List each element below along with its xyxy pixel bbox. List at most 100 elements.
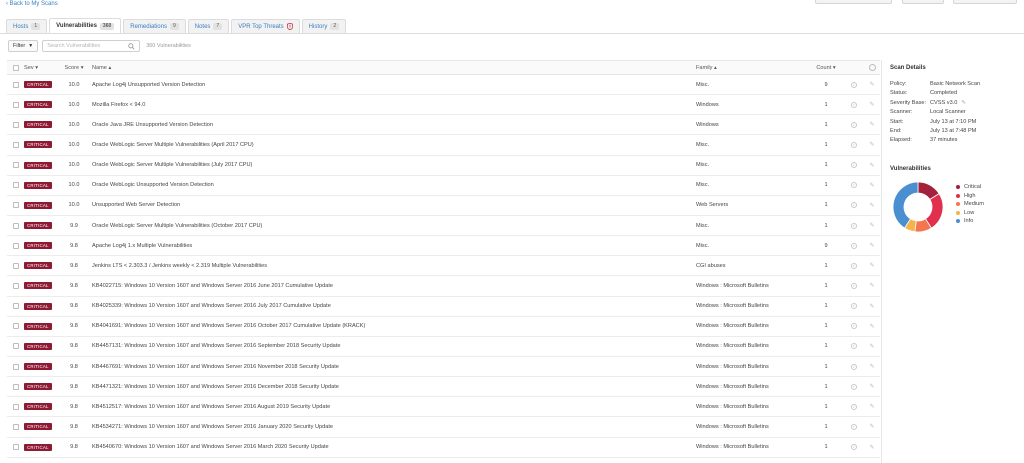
top-action-button-2[interactable] [902,0,944,4]
table-row[interactable]: CRITICAL 9.8 KB4022715: Windows 10 Versi… [7,276,880,297]
check-circle-icon[interactable]: ✓ [851,222,857,229]
top-action-button-1[interactable] [815,0,892,4]
legend-item-critical[interactable]: Critical [956,183,984,192]
pencil-icon[interactable]: ✎ [869,222,874,229]
table-row[interactable]: CRITICAL 9.8 KB4025339: Windows 10 Versi… [7,297,880,317]
gear-icon[interactable] [868,64,876,71]
check-circle-icon[interactable]: ✓ [851,182,857,189]
row-checkbox[interactable] [12,222,19,229]
check-circle-icon[interactable]: ✓ [851,262,857,269]
pencil-icon[interactable]: ✎ [869,101,874,108]
tab-vulnerabilities[interactable]: Vulnerabilities 360 [49,18,122,33]
legend-item-low[interactable]: Low [956,209,984,218]
table-row[interactable]: CRITICAL 9.8 KB4512517: Windows 10 Versi… [7,397,880,418]
pencil-icon[interactable]: ✎ [869,383,874,390]
row-checkbox[interactable] [12,383,19,390]
check-circle-icon[interactable]: ✓ [851,141,857,148]
table-row[interactable]: CRITICAL 10.0 Apache Log4j Unsupported V… [7,75,880,96]
check-circle-icon[interactable]: ✓ [851,101,857,108]
pencil-icon[interactable]: ✎ [869,423,874,430]
pencil-icon[interactable]: ✎ [869,202,874,209]
check-circle-icon[interactable]: ✓ [851,81,857,88]
legend-item-info[interactable]: Info [956,217,984,226]
tab-hosts[interactable]: Hosts 1 [6,19,48,33]
select-all-checkbox[interactable] [12,64,19,71]
table-row[interactable]: CRITICAL 10.0 Mozilla Firefox < 94.0 Win… [7,95,880,116]
check-circle-icon[interactable]: ✓ [851,242,857,249]
pencil-icon[interactable]: ✎ [869,403,874,410]
table-row[interactable]: CRITICAL 10.0 Oracle Java JRE Unsupporte… [7,115,880,136]
pencil-icon[interactable]: ✎ [869,303,874,310]
check-circle-icon[interactable]: ✓ [851,162,857,169]
pencil-icon[interactable]: ✎ [869,323,874,330]
row-checkbox[interactable] [12,141,19,148]
col-count[interactable]: Count ▾ [808,65,844,71]
pencil-icon[interactable]: ✎ [869,162,874,169]
pencil-icon[interactable]: ✎ [961,100,966,106]
pencil-icon[interactable]: ✎ [869,444,874,451]
col-score[interactable]: Score ▾ [61,65,87,71]
row-checkbox[interactable] [12,303,19,310]
row-checkbox[interactable] [12,242,19,249]
row-checkbox[interactable] [12,202,19,209]
check-circle-icon[interactable]: ✓ [851,423,857,430]
table-row[interactable]: CRITICAL 10.0 Oracle WebLogic Server Mul… [7,135,880,156]
check-circle-icon[interactable]: ✓ [851,282,857,289]
pencil-icon[interactable]: ✎ [869,121,874,128]
pencil-icon[interactable]: ✎ [869,262,874,269]
check-circle-icon[interactable]: ✓ [851,444,857,451]
row-checkbox[interactable] [12,282,19,289]
table-row[interactable]: CRITICAL 9.8 KB4457131: Windows 10 Versi… [7,337,880,357]
check-circle-icon[interactable]: ✓ [851,343,857,350]
row-checkbox[interactable] [12,403,19,410]
col-family[interactable]: Family ▴ [696,65,808,71]
vulnerabilities-donut-chart[interactable] [891,180,945,234]
pencil-icon[interactable]: ✎ [869,343,874,350]
table-row[interactable]: CRITICAL 9.9 Oracle WebLogic Server Mult… [7,216,880,237]
row-checkbox[interactable] [12,81,19,88]
table-row[interactable]: CRITICAL 10.0 Unsupported Web Server Det… [7,196,880,216]
table-row[interactable]: CRITICAL 9.8 KB4540670: Windows 10 Versi… [7,438,880,458]
row-checkbox[interactable] [12,101,19,108]
table-row[interactable]: CRITICAL 9.8 KB4467691: Windows 10 Versi… [7,357,880,378]
row-checkbox[interactable] [12,444,19,451]
pencil-icon[interactable]: ✎ [869,182,874,189]
pencil-icon[interactable]: ✎ [869,363,874,370]
legend-item-high[interactable]: High [956,192,984,201]
table-row[interactable]: CRITICAL 9.8 KB4041691: Windows 10 Versi… [7,317,880,337]
tab-history[interactable]: History 2 [301,19,347,33]
check-circle-icon[interactable]: ✓ [851,363,857,370]
back-to-scans-link[interactable]: ‹ Back to My Scans [6,1,58,7]
table-row[interactable]: CRITICAL 9.8 Jenkins LTS < 2.303.3 / Jen… [7,256,880,277]
check-circle-icon[interactable]: ✓ [851,202,857,209]
tab-notes[interactable]: Notes 7 [187,19,230,33]
pencil-icon[interactable]: ✎ [869,141,874,148]
check-circle-icon[interactable]: ✓ [851,323,857,330]
pencil-icon[interactable]: ✎ [869,242,874,249]
row-checkbox[interactable] [12,423,19,430]
row-checkbox[interactable] [12,121,19,128]
search-input[interactable] [47,43,128,49]
filter-dropdown[interactable]: Filter ▼ [8,40,39,52]
check-circle-icon[interactable]: ✓ [851,121,857,128]
row-checkbox[interactable] [12,262,19,269]
col-name[interactable]: Name ▴ [87,65,696,71]
row-checkbox[interactable] [12,323,19,330]
check-circle-icon[interactable]: ✓ [851,403,857,410]
row-checkbox[interactable] [12,162,19,169]
legend-item-medium[interactable]: Medium [956,200,984,209]
table-row[interactable]: CRITICAL 9.8 Apache Log4j 1.x Multiple V… [7,236,880,257]
table-row[interactable]: CRITICAL 10.0 Oracle WebLogic Unsupporte… [7,176,880,196]
check-circle-icon[interactable]: ✓ [851,303,857,310]
pencil-icon[interactable]: ✎ [869,282,874,289]
check-circle-icon[interactable]: ✓ [851,383,857,390]
table-row[interactable]: CRITICAL 9.8 KB4471321: Windows 10 Versi… [7,377,880,398]
col-sev[interactable]: Sev ▾ [24,65,61,71]
table-row[interactable]: CRITICAL 9.8 KB4534271: Windows 10 Versi… [7,417,880,438]
table-row[interactable]: CRITICAL 10.0 Oracle WebLogic Server Mul… [7,156,880,176]
pencil-icon[interactable]: ✎ [869,81,874,88]
row-checkbox[interactable] [12,343,19,350]
top-action-button-3[interactable] [953,0,1017,4]
row-checkbox[interactable] [12,363,19,370]
row-checkbox[interactable] [12,182,19,189]
